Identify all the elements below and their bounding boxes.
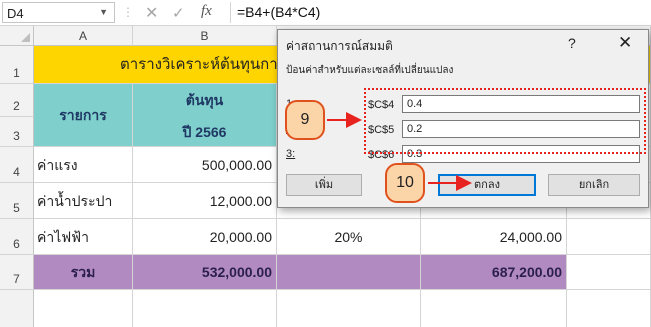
field-number-3: 3: bbox=[286, 148, 296, 160]
item-cell[interactable]: ค่าไฟฟ้า bbox=[34, 219, 133, 255]
empty-cell[interactable] bbox=[567, 290, 651, 327]
row-header-4[interactable]: 4 bbox=[0, 147, 34, 183]
close-icon[interactable]: ✕ bbox=[618, 33, 632, 53]
row-header-1[interactable]: 1 bbox=[0, 46, 34, 84]
annotation-highlight-box bbox=[364, 88, 646, 154]
item-cell[interactable]: ค่าแรง bbox=[34, 147, 133, 183]
formula-input[interactable]: =B4+(B4*C4) bbox=[230, 2, 649, 23]
step-9-badge: 9 bbox=[285, 100, 325, 140]
row-header-7[interactable]: 7 bbox=[0, 255, 34, 290]
formula-bar: D4 ▼ ⋮ ✕ ✓ fx =B4+(B4*C4) bbox=[0, 0, 651, 26]
cost-cell[interactable]: 12,000.00 bbox=[133, 183, 277, 219]
cost-cell[interactable]: 500,000.00 bbox=[133, 147, 277, 183]
cost-cell[interactable]: 20,000.00 bbox=[133, 219, 277, 255]
formula-text: =B4+(B4*C4) bbox=[237, 4, 321, 20]
dialog-prompt: ป้อนค่าสำหรับแต่ละเซลล์ที่เปลี่ยนแปลง bbox=[286, 65, 454, 76]
name-box[interactable]: D4 ▼ bbox=[2, 2, 115, 23]
row-header-8[interactable] bbox=[0, 290, 34, 327]
chevron-down-icon[interactable]: ▼ bbox=[99, 7, 108, 17]
cancel-button[interactable]: ยกเลิก bbox=[548, 174, 640, 196]
select-all-button[interactable] bbox=[0, 26, 34, 46]
total-label-cell[interactable]: รวม bbox=[34, 255, 133, 290]
item-cell[interactable]: ค่าน้ำประปา bbox=[34, 183, 133, 219]
insert-function-icon[interactable]: fx bbox=[201, 3, 212, 20]
ok-button[interactable]: ตกลง bbox=[438, 174, 536, 196]
header-year-cell[interactable]: ปี 2566 bbox=[133, 117, 277, 147]
column-header-a[interactable]: A bbox=[34, 26, 133, 46]
empty-cell[interactable] bbox=[34, 290, 133, 327]
row-header-5[interactable]: 5 bbox=[0, 183, 34, 219]
empty-cell[interactable] bbox=[567, 255, 651, 290]
total-cost-cell[interactable]: 532,000.00 bbox=[133, 255, 277, 290]
total-total-cell[interactable]: 687,200.00 bbox=[421, 255, 567, 290]
dialog-title: ค่าสถานการณ์สมมติ bbox=[286, 39, 393, 53]
name-box-value: D4 bbox=[7, 6, 24, 21]
total-cell[interactable]: 24,000.00 bbox=[421, 219, 567, 255]
empty-cell[interactable] bbox=[421, 290, 567, 327]
row-header-2[interactable]: 2 bbox=[0, 84, 34, 117]
more-options-icon: ⋮ bbox=[122, 5, 134, 19]
help-icon[interactable]: ? bbox=[568, 35, 576, 51]
step-10-badge: 10 bbox=[385, 163, 425, 203]
total-rate-cell[interactable] bbox=[277, 255, 421, 290]
header-item-cell[interactable]: รายการ bbox=[34, 84, 133, 147]
sheet-title: ตารางวิเคราะห์ต้นทุนกา bbox=[120, 56, 278, 73]
row-header-3[interactable]: 3 bbox=[0, 117, 34, 147]
cancel-entry-icon[interactable]: ✕ bbox=[145, 3, 158, 23]
empty-cell[interactable] bbox=[133, 290, 277, 327]
rate-cell[interactable]: 20% bbox=[277, 219, 421, 255]
add-button[interactable]: เพิ่ม bbox=[286, 174, 362, 196]
empty-cell[interactable] bbox=[567, 219, 651, 255]
column-header-b[interactable]: B bbox=[133, 26, 277, 46]
header-cost-cell[interactable]: ต้นทุน bbox=[133, 84, 277, 117]
enter-check-icon[interactable]: ✓ bbox=[172, 4, 185, 22]
row-header-6[interactable]: 6 bbox=[0, 219, 34, 255]
empty-cell[interactable] bbox=[277, 290, 421, 327]
